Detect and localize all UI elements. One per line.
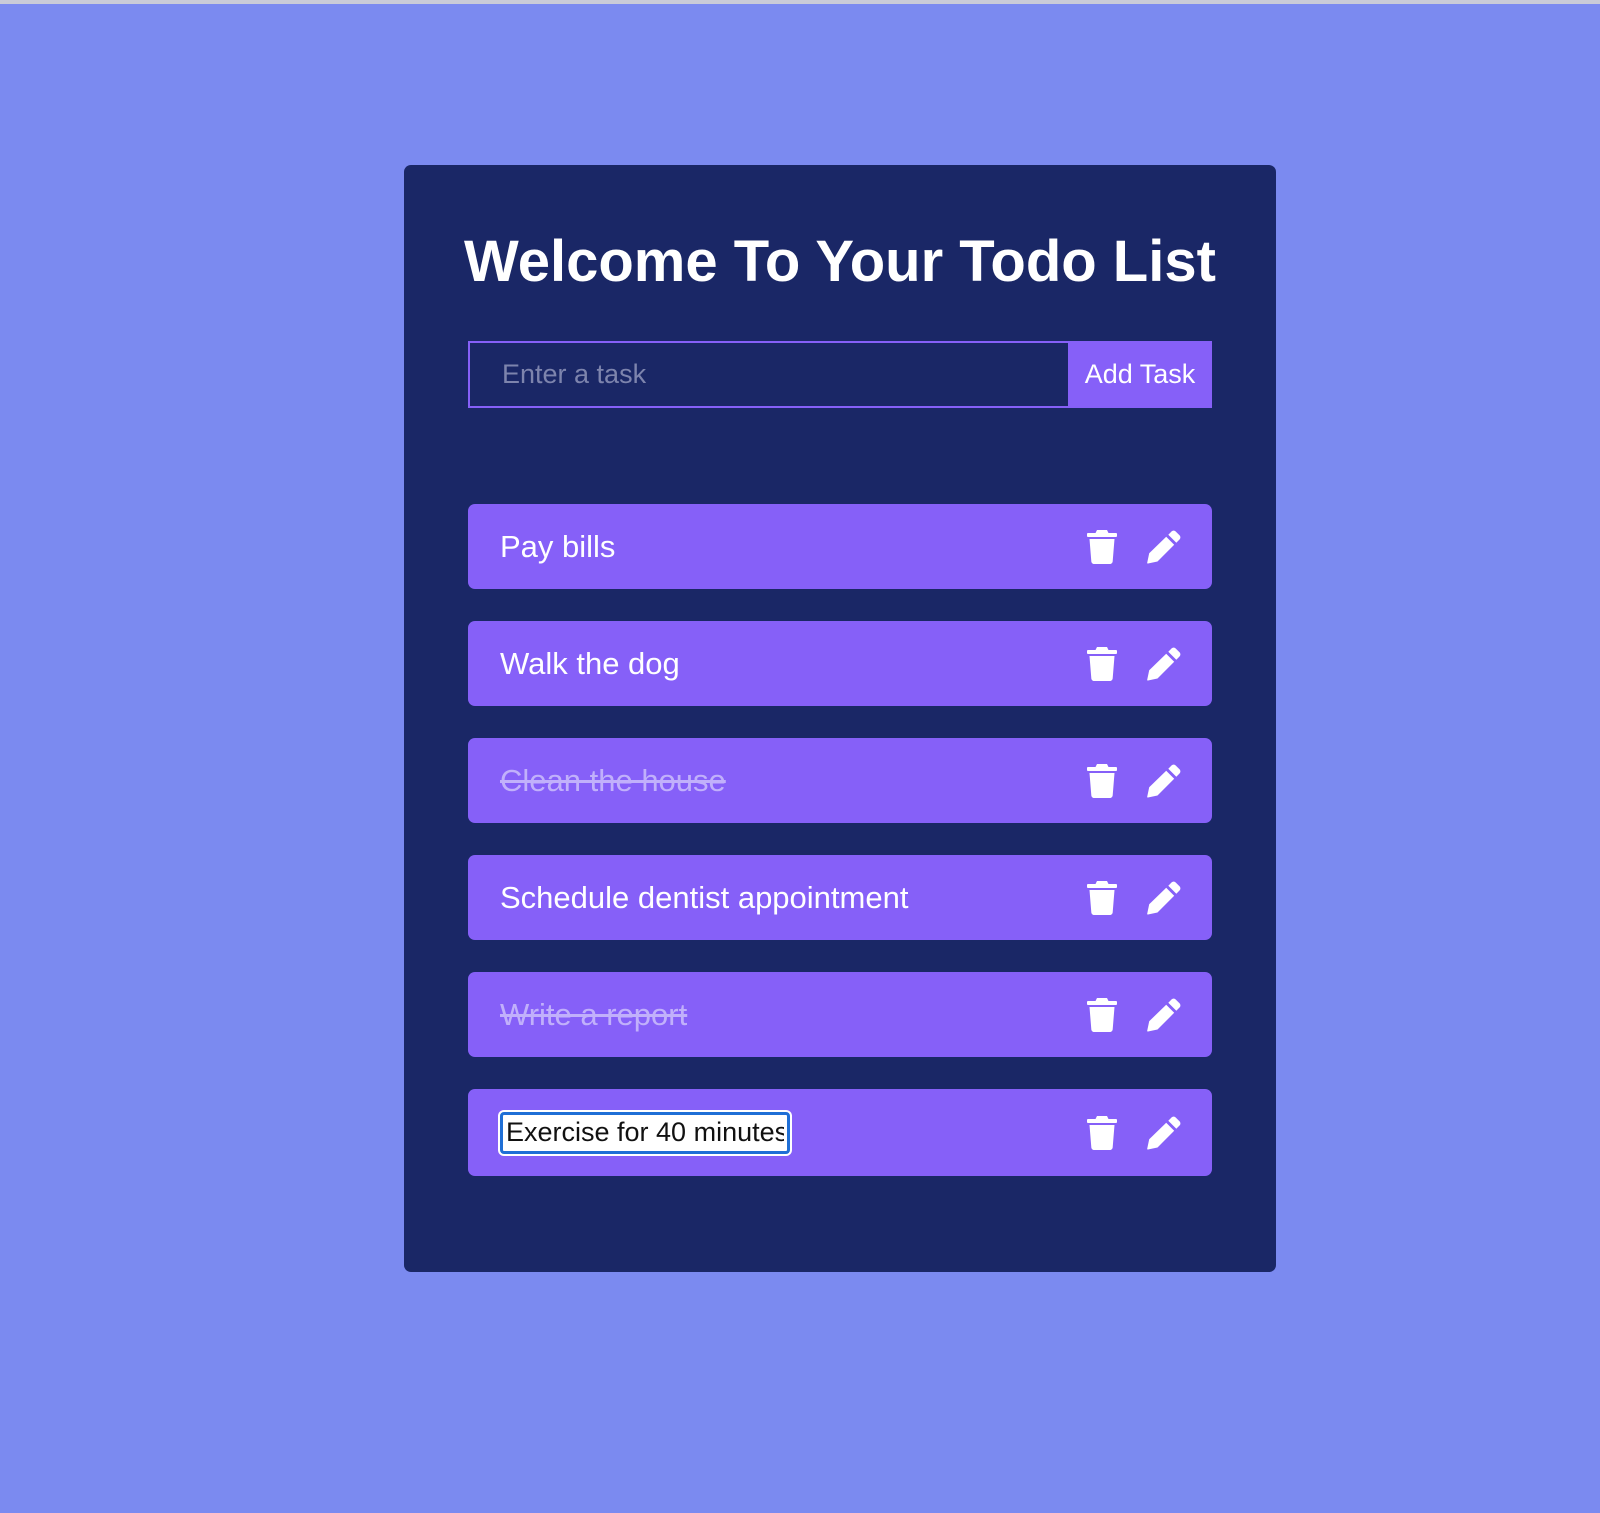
- todo-actions: [1084, 646, 1182, 682]
- pencil-icon[interactable]: [1146, 880, 1182, 916]
- trash-icon[interactable]: [1084, 763, 1120, 799]
- todo-actions: [1084, 1115, 1182, 1151]
- todo-text[interactable]: Walk the dog: [500, 646, 1084, 682]
- todo-actions: [1084, 997, 1182, 1033]
- trash-icon[interactable]: [1084, 646, 1120, 682]
- todo-text-completed[interactable]: Clean the house: [500, 763, 1084, 799]
- page-title: Welcome To Your Todo List: [464, 229, 1216, 294]
- task-input[interactable]: [468, 341, 1068, 408]
- todo-item: Walk the dog: [468, 621, 1212, 706]
- trash-icon[interactable]: [1084, 1115, 1120, 1151]
- todo-actions: [1084, 880, 1182, 916]
- edit-task-input[interactable]: [500, 1111, 790, 1154]
- window-top-border: [0, 0, 1600, 4]
- todo-actions: [1084, 763, 1182, 799]
- trash-icon[interactable]: [1084, 529, 1120, 565]
- todo-item: Write a report: [468, 972, 1212, 1057]
- pencil-icon[interactable]: [1146, 763, 1182, 799]
- todo-list: Pay bills Walk the dog Clean the house S…: [468, 504, 1212, 1208]
- todo-card: Welcome To Your Todo List Add Task Pay b…: [404, 165, 1276, 1272]
- pencil-icon[interactable]: [1146, 646, 1182, 682]
- todo-item: Pay bills: [468, 504, 1212, 589]
- todo-item: Clean the house: [468, 738, 1212, 823]
- pencil-icon[interactable]: [1146, 1115, 1182, 1151]
- todo-item-editing: [468, 1089, 1212, 1176]
- add-task-button[interactable]: Add Task: [1068, 341, 1212, 408]
- todo-text[interactable]: Schedule dentist appointment: [500, 880, 1084, 916]
- add-task-form: Add Task: [468, 341, 1212, 408]
- trash-icon[interactable]: [1084, 997, 1120, 1033]
- trash-icon[interactable]: [1084, 880, 1120, 916]
- todo-text-completed[interactable]: Write a report: [500, 997, 1084, 1033]
- todo-item: Schedule dentist appointment: [468, 855, 1212, 940]
- todo-text[interactable]: Pay bills: [500, 529, 1084, 565]
- todo-actions: [1084, 529, 1182, 565]
- pencil-icon[interactable]: [1146, 997, 1182, 1033]
- pencil-icon[interactable]: [1146, 529, 1182, 565]
